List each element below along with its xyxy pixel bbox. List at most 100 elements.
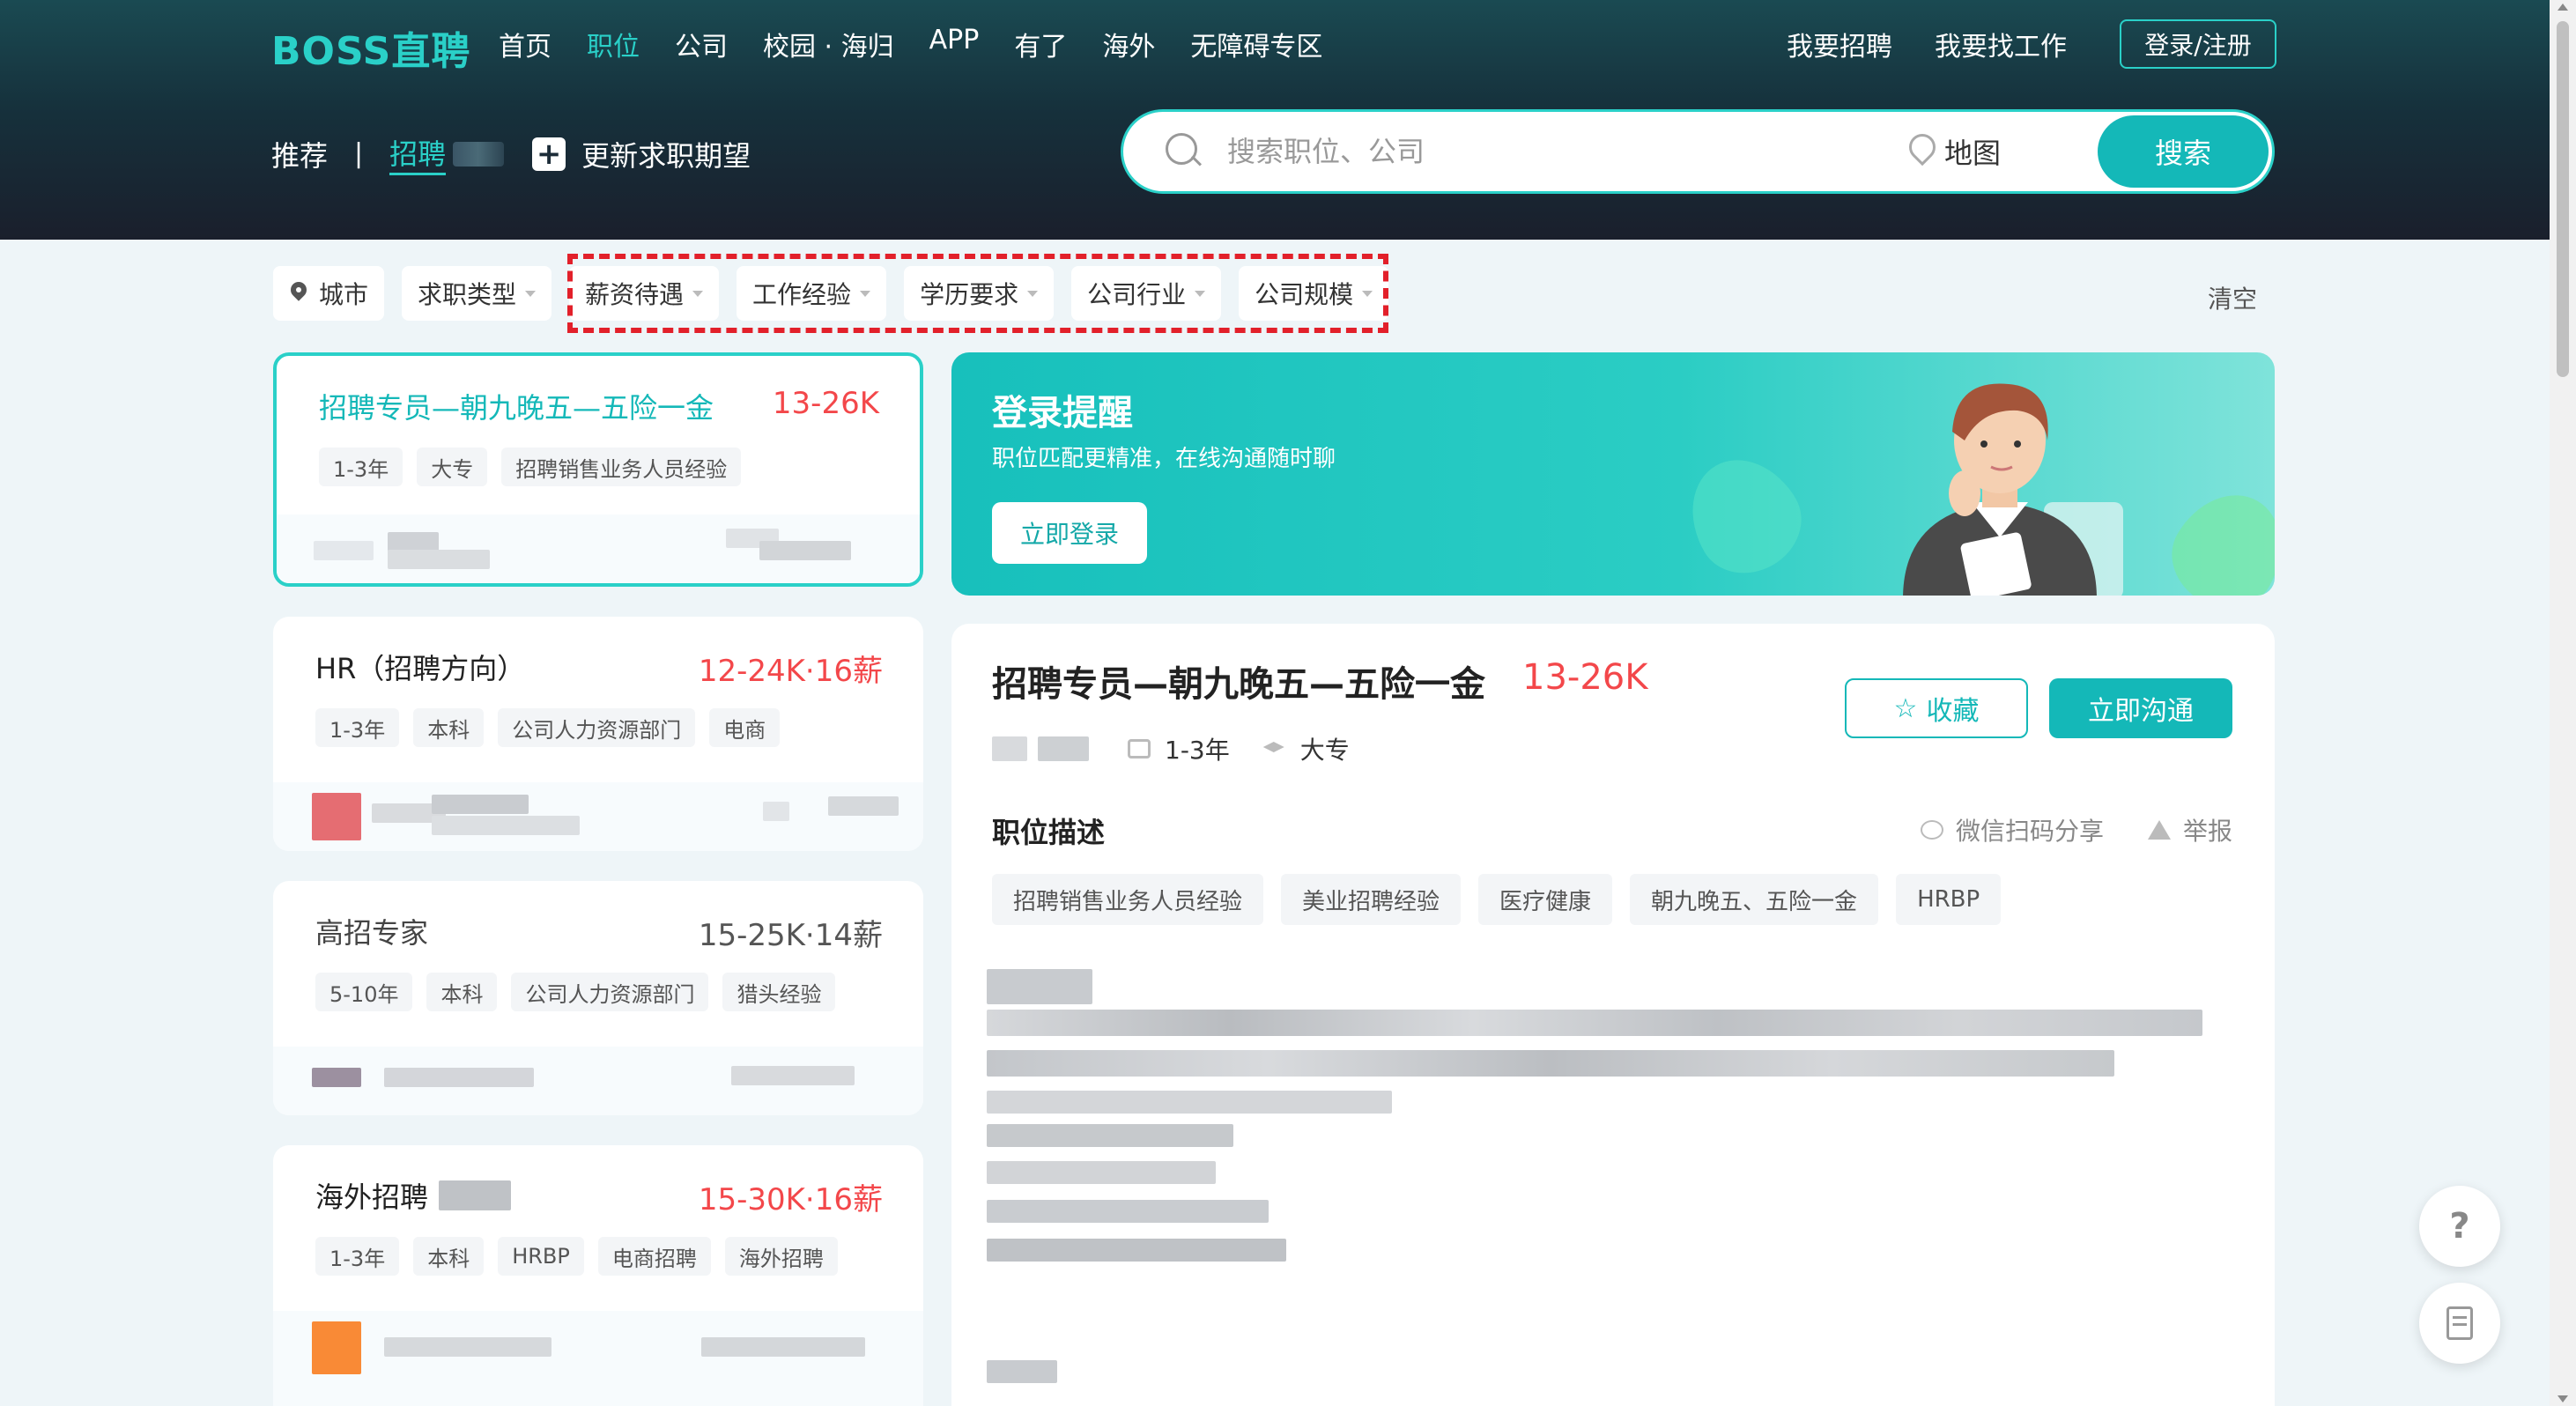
detail-tags: 招聘销售业务人员经验 美业招聘经验 医疗健康 朝九晚五、五险一金 HRBP (992, 874, 2018, 925)
decor-leaf (1669, 439, 1819, 592)
banner-subtitle: 职位匹配更精准，在线沟通随时聊 (992, 446, 1336, 472)
login-now-button[interactable]: 立即登录 (992, 502, 1147, 564)
job-tag: 公司人力资源部门 (498, 708, 696, 747)
job-tag: 5-10年 (315, 973, 413, 1011)
job-tags: 1-3年 大专 招聘销售业务人员经验 (319, 448, 755, 486)
job-tag: 本科 (413, 1237, 485, 1276)
company-info-blurred (277, 514, 920, 583)
nav-campus[interactable]: 校园 · 海归 (763, 25, 894, 63)
update-expectation-button[interactable]: + 更新求职期望 (532, 134, 751, 174)
blurred-text (453, 141, 505, 166)
job-tag: 1-3年 (315, 1237, 400, 1276)
company-info-blurred (273, 1047, 923, 1115)
nav-jobs[interactable]: 职位 (587, 25, 640, 63)
detail-tag: HRBP (1896, 874, 2002, 925)
job-tags: 1-3年 本科 HRBP 电商招聘 海外招聘 (315, 1237, 852, 1276)
company-info-blurred (273, 782, 923, 851)
link-find-job[interactable]: 我要找工作 (1935, 25, 2067, 63)
job-title: HR（招聘方向） (315, 652, 526, 685)
job-salary: 12-24K·16薪 (698, 654, 883, 689)
scroll-up-arrow-icon[interactable] (2557, 4, 2568, 11)
help-button[interactable]: ? (2419, 1186, 2500, 1267)
tab-hiring[interactable]: 招聘 (389, 132, 447, 175)
job-card[interactable]: 海外招聘 15-30K·16薪 1-3年 本科 HRBP 电商招聘 海外招聘 (273, 1145, 923, 1406)
scroll-down-arrow-icon[interactable] (2557, 1395, 2568, 1402)
nav-youle[interactable]: 有了 (1014, 25, 1067, 63)
nav-app[interactable]: APP (929, 25, 980, 63)
search-button[interactable]: 搜索 (2098, 115, 2269, 188)
blurred-text (992, 736, 1027, 761)
scroll-thumb[interactable] (2557, 21, 2569, 377)
filter-city[interactable]: 城市 (273, 266, 385, 321)
report-label: 举报 (2183, 817, 2233, 846)
nav-company[interactable]: 公司 (675, 25, 728, 63)
detail-job-title: 招聘专员—朝九晚五—五险一金 (992, 664, 1485, 705)
map-label: 地图 (1944, 137, 2002, 170)
header-right: 我要招聘 我要找工作 登录/注册 (1744, 19, 2276, 69)
job-title: 招聘专员—朝九晚五—五险一金 (319, 391, 714, 425)
detail-tag: 医疗健康 (1478, 874, 1613, 925)
plus-icon: + (532, 137, 566, 171)
map-link[interactable]: 地图 (1904, 131, 2001, 172)
detail-meta: 1-3年 大专 (992, 731, 1350, 766)
main-nav: 首页 职位 公司 校园 · 海归 APP 有了 海外 无障碍专区 (499, 25, 1358, 63)
job-title: 海外招聘 (315, 1180, 429, 1214)
warning-icon (2148, 820, 2171, 840)
question-icon: ? (2449, 1206, 2470, 1247)
search-icon (1164, 131, 1204, 172)
login-register-button[interactable]: 登录/注册 (2120, 19, 2276, 69)
tab-recommend[interactable]: 推荐 (271, 134, 328, 174)
job-tags: 1-3年 本科 公司人力资源部门 电商 (315, 708, 794, 747)
nav-home[interactable]: 首页 (499, 25, 551, 63)
job-description-blurred (987, 969, 2238, 1383)
job-tag: 电商 (709, 708, 781, 747)
job-salary: 15-30K·16薪 (698, 1182, 883, 1217)
job-tag: 猎头经验 (722, 973, 836, 1011)
job-tag: 本科 (426, 973, 498, 1011)
filter-job-type-label: 求职类型 (418, 280, 517, 309)
chat-now-button[interactable]: 立即沟通 (2049, 678, 2232, 738)
page-scrollbar[interactable] (2550, 0, 2576, 1406)
job-card[interactable]: 高招专家 15-25K·14薪 5-10年 本科 公司人力资源部门 猎头经验 (273, 881, 923, 1115)
job-card[interactable]: HR（招聘方向） 12-24K·16薪 1-3年 本科 公司人力资源部门 电商 (273, 617, 923, 851)
job-tag: HRBP (498, 1237, 584, 1276)
job-tag: 招聘销售业务人员经验 (501, 448, 742, 486)
link-recruit[interactable]: 我要招聘 (1787, 25, 1892, 63)
blurred-text (439, 1180, 511, 1210)
nav-overseas[interactable]: 海外 (1102, 25, 1155, 63)
detail-tag: 招聘销售业务人员经验 (992, 874, 1264, 925)
job-tag: 大专 (417, 448, 488, 486)
thinking-man-illustration (1903, 383, 2123, 596)
feedback-button[interactable] (2419, 1283, 2500, 1364)
blurred-text (1038, 736, 1089, 761)
favorite-label: 收藏 (1926, 696, 1980, 727)
location-pin-icon (289, 282, 308, 305)
job-description-heading: 职位描述 (992, 816, 1106, 849)
job-tag: 公司人力资源部门 (511, 973, 709, 1011)
banner-title: 登录提醒 (992, 393, 1133, 433)
company-info-blurred (273, 1311, 923, 1406)
wechat-share-link[interactable]: 微信扫码分享 (1921, 812, 2104, 847)
top-header: BOSS直聘 首页 职位 公司 校园 · 海归 APP 有了 海外 无障碍专区 … (0, 0, 2550, 240)
clear-filters-button[interactable]: 清空 (2208, 280, 2257, 315)
decor-leaf (2154, 474, 2275, 596)
detail-tag: 美业招聘经验 (1281, 874, 1462, 925)
job-card[interactable]: 招聘专员—朝九晚五—五险一金 13-26K 1-3年 大专 招聘销售业务人员经验 (273, 352, 923, 587)
boss-logo[interactable]: BOSS直聘 (271, 19, 470, 76)
login-reminder-banner: 登录提醒 职位匹配更精准，在线沟通随时聊 立即登录 (951, 352, 2275, 596)
share-label: 微信扫码分享 (1956, 817, 2105, 846)
report-link[interactable]: 举报 (2148, 812, 2232, 847)
search-input[interactable] (1227, 135, 1897, 168)
detail-education: 大专 (1299, 736, 1350, 765)
favorite-button[interactable]: ☆ 收藏 (1845, 678, 2028, 738)
nav-accessibility[interactable]: 无障碍专区 (1190, 25, 1322, 63)
job-salary: 15-25K·14薪 (698, 918, 883, 953)
job-salary: 13-26K (772, 386, 879, 421)
detail-tag: 朝九晚五、五险一金 (1630, 874, 1879, 925)
job-tag: 电商招聘 (597, 1237, 711, 1276)
filter-job-type[interactable]: 求职类型 (402, 266, 552, 321)
detail-experience: 1-3年 (1165, 736, 1230, 765)
search-bar: 地图 搜索 (1121, 109, 2275, 194)
job-title: 高招专家 (315, 916, 429, 950)
job-tag: 1-3年 (315, 708, 400, 747)
